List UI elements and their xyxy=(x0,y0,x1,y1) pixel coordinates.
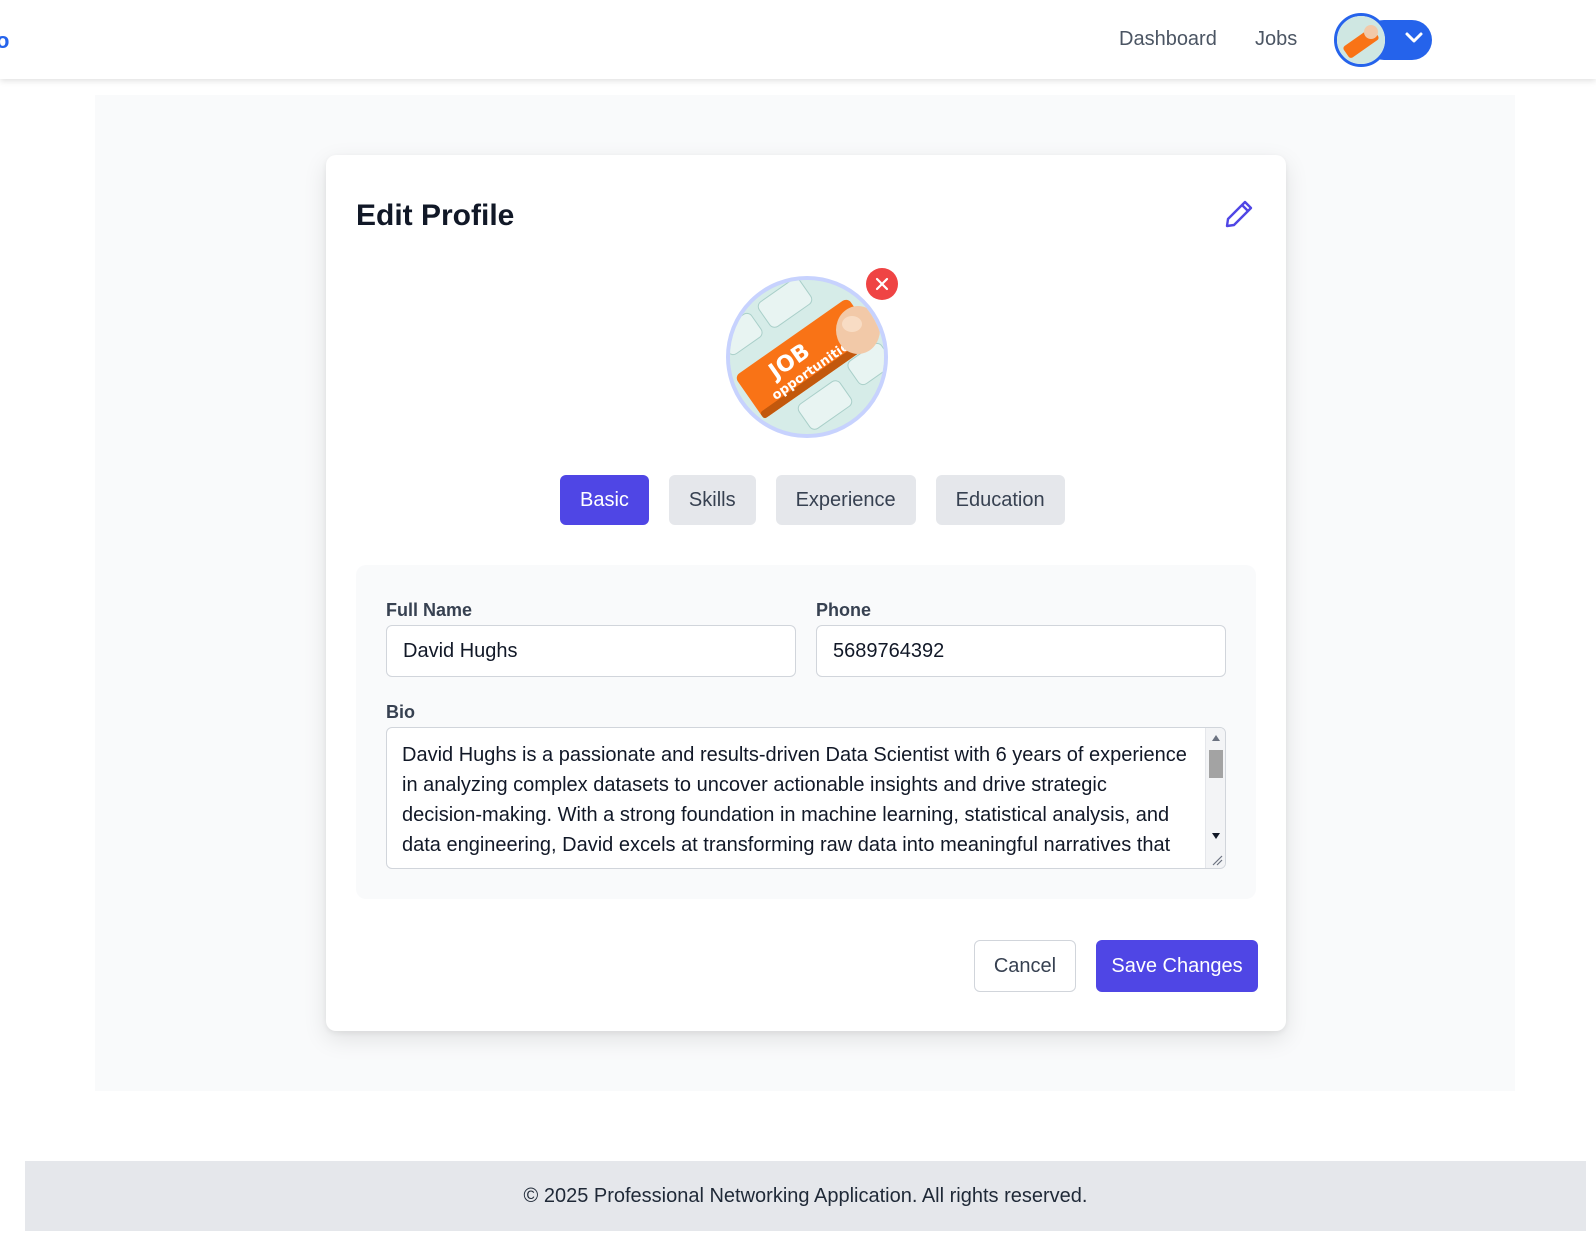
nav-link-dashboard[interactable]: Dashboard xyxy=(1119,28,1217,51)
footer: © 2025 Professional Networking Applicati… xyxy=(25,1161,1586,1231)
footer-copyright: © 2025 Professional Networking Applicati… xyxy=(523,1184,1088,1207)
tab-skills[interactable]: Skills xyxy=(668,475,756,525)
close-icon xyxy=(875,277,889,291)
tab-education[interactable]: Education xyxy=(935,475,1065,525)
tab-basic[interactable]: Basic xyxy=(560,475,649,525)
profile-menu-toggle[interactable] xyxy=(1334,13,1434,67)
profile-photo[interactable]: JOB opportunities xyxy=(726,268,898,438)
scroll-thumb[interactable] xyxy=(1209,750,1223,778)
bio-textarea[interactable]: David Hughs is a passionate and results-… xyxy=(386,727,1226,869)
full-name-label: Full Name xyxy=(386,600,473,620)
edit-profile-card: Edit Profile JOB opportunities Basic Ski… xyxy=(326,155,1286,1031)
phone-input[interactable] xyxy=(816,625,1226,677)
full-name-input[interactable] xyxy=(386,625,796,677)
bio-scrollbar[interactable] xyxy=(1205,728,1225,868)
user-avatar[interactable] xyxy=(1334,13,1388,67)
bio-text[interactable]: David Hughs is a passionate and results-… xyxy=(402,740,1192,860)
job-opportunities-image: JOB opportunities xyxy=(730,280,884,434)
resize-grip-icon[interactable] xyxy=(1211,854,1223,866)
brand-logo[interactable]: o xyxy=(0,28,9,54)
phone-label: Phone xyxy=(816,600,872,620)
cancel-button[interactable]: Cancel xyxy=(974,940,1076,992)
basic-info-form: Full Name Phone Bio David Hughs is a pas… xyxy=(356,565,1256,899)
nav-link-jobs[interactable]: Jobs xyxy=(1255,28,1297,51)
bio-label: Bio xyxy=(386,702,415,722)
profile-photo-image: JOB opportunities xyxy=(726,276,888,438)
top-navbar: o Dashboard Jobs xyxy=(0,0,1596,79)
profile-tabs: Basic Skills Experience Education xyxy=(560,475,1065,525)
scroll-up-arrow-icon[interactable] xyxy=(1211,734,1221,742)
scroll-down-arrow-icon[interactable] xyxy=(1211,832,1221,840)
avatar-image xyxy=(1337,16,1385,64)
page-title: Edit Profile xyxy=(356,199,515,232)
remove-photo-button[interactable] xyxy=(866,268,898,300)
chevron-down-icon[interactable] xyxy=(1404,31,1424,45)
tab-experience[interactable]: Experience xyxy=(775,475,916,525)
pencil-icon[interactable] xyxy=(1223,198,1255,230)
save-changes-button[interactable]: Save Changes xyxy=(1096,940,1258,992)
